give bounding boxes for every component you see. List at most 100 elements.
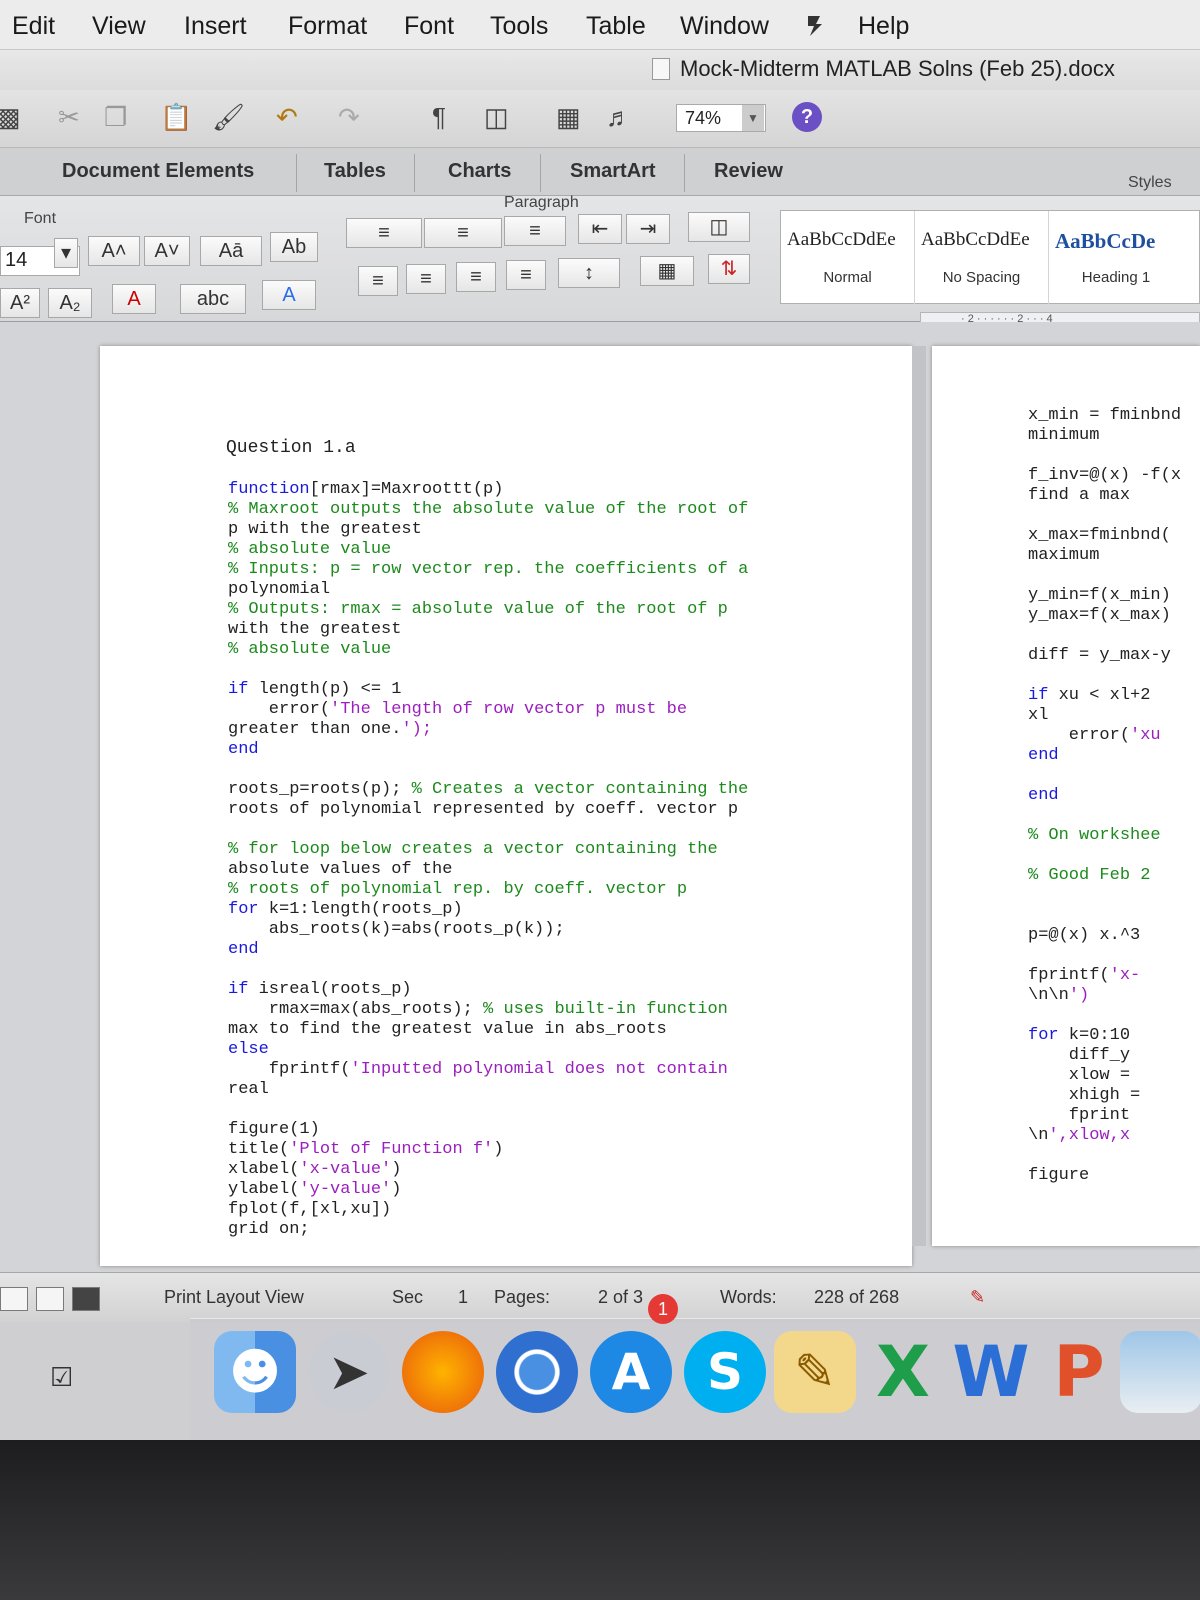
code-line: % for loop below creates a vector contai…	[228, 840, 718, 859]
skype-icon[interactable]: S	[684, 1331, 766, 1413]
draft-view-icon[interactable]	[0, 1287, 28, 1311]
word-icon[interactable]: W	[950, 1331, 1032, 1413]
code-line: fplot(f,[xl,xu])	[228, 1200, 392, 1219]
document-page-2[interactable]: x_min = fminbnd minimum f_inv=@(x) -f(x fi…	[932, 346, 1200, 1246]
firefox-icon[interactable]	[402, 1331, 484, 1413]
numbering-icon[interactable]: ≡	[424, 218, 502, 248]
zoom-dropdown-icon[interactable]: ▼	[742, 105, 764, 131]
font-color-icon[interactable]: A	[112, 284, 156, 314]
powerpoint-icon[interactable]: P	[1038, 1331, 1120, 1413]
tab-charts[interactable]: Charts	[444, 160, 515, 183]
pages-label: Pages:	[494, 1287, 551, 1307]
tab-divider	[684, 154, 685, 192]
outline-view-icon[interactable]	[36, 1287, 64, 1311]
font-size-dropdown-icon[interactable]: ▾	[54, 238, 78, 268]
chrome-icon[interactable]	[496, 1331, 578, 1413]
code-line: end	[228, 940, 259, 959]
vertical-scrollbar[interactable]	[912, 346, 926, 1246]
tab-document-elements[interactable]: Document Elements	[58, 160, 258, 183]
copy-icon[interactable]: ❐	[104, 102, 127, 133]
code-line-page-2: if xu < xl+2	[1028, 686, 1151, 705]
gallery-icon[interactable]: ▦	[556, 102, 581, 133]
pilcrow-icon[interactable]: ¶	[432, 102, 446, 133]
code-line: if isreal(roots_p)	[228, 980, 412, 999]
grow-font-icon[interactable]: A˄	[88, 236, 140, 266]
finder-icon[interactable]: ☻	[214, 1331, 296, 1413]
tab-smartart[interactable]: SmartArt	[566, 160, 660, 183]
bullets-icon[interactable]: ≡	[346, 218, 422, 248]
multilevel-list-icon[interactable]: ≡	[504, 216, 566, 246]
code-line: % Maxroot outputs the absolute value of …	[228, 500, 749, 519]
code-line-page-2: maximum	[1028, 546, 1100, 565]
code-line: function[rmax]=Maxroottt(p)	[228, 480, 504, 499]
align-right-icon[interactable]: ≡	[456, 262, 496, 292]
menu-insert[interactable]: Insert	[184, 12, 247, 41]
align-left-icon[interactable]: ≡	[358, 266, 398, 296]
checkbox-icon[interactable]: ☑	[50, 1362, 73, 1393]
code-line-page-2: xlow =	[1028, 1066, 1131, 1085]
cut-icon[interactable]: ✂	[58, 102, 80, 133]
code-line: grid on;	[228, 1220, 310, 1239]
sidebar-icon[interactable]: ◫	[484, 102, 509, 133]
decrease-indent-icon[interactable]: ⇤	[578, 214, 622, 244]
media-browser-icon[interactable]: ♬	[606, 102, 632, 133]
code-line-page-2: error('xu	[1028, 726, 1161, 745]
document-workspace: Question 1.a function[rmax]=Maxroottt(p)…	[0, 322, 1200, 1312]
code-line: p with the greatest	[228, 520, 422, 539]
full-screen-icon[interactable]	[72, 1287, 100, 1311]
app-store-icon[interactable]: A	[590, 1331, 672, 1413]
code-line-page-2	[1028, 626, 1181, 646]
borders-icon[interactable]: ▦	[640, 256, 694, 286]
format-painter-icon[interactable]: 🖌	[212, 102, 245, 133]
launchpad-icon[interactable]: ➤	[308, 1331, 390, 1413]
increase-indent-icon[interactable]: ⇥	[626, 214, 670, 244]
menu-font[interactable]: Font	[404, 12, 454, 41]
script-menu-icon[interactable]	[802, 12, 828, 38]
code-line: % absolute value	[228, 540, 392, 559]
menu-table[interactable]: Table	[586, 12, 646, 41]
print-icon[interactable]: ▩	[0, 102, 21, 133]
preview-icon[interactable]	[1120, 1331, 1200, 1413]
redo-icon[interactable]: ↷	[338, 102, 360, 133]
strikethrough-icon[interactable]: abc	[180, 284, 246, 314]
style-normal[interactable]: AaBbCcDdEe Normal	[781, 211, 915, 305]
paste-icon[interactable]: 📋	[160, 102, 192, 133]
menu-tools[interactable]: Tools	[490, 12, 548, 41]
menu-view[interactable]: View	[92, 12, 146, 41]
menu-edit[interactable]: Edit	[12, 12, 55, 41]
code-line-page-2: find a max	[1028, 486, 1131, 505]
line-spacing-icon[interactable]: ↕	[558, 258, 620, 288]
tab-tables[interactable]: Tables	[320, 160, 390, 183]
dock: ☻ ➤ A S ✎ X W P	[190, 1318, 1200, 1440]
proofing-icon[interactable]: ✎	[970, 1287, 985, 1308]
tab-review[interactable]: Review	[710, 160, 787, 183]
menu-help[interactable]: Help	[858, 12, 909, 41]
textedit-icon[interactable]: ✎	[774, 1331, 856, 1413]
menu-window[interactable]: Window	[680, 12, 769, 41]
code-line-page-2: y_min=f(x_min)	[1028, 586, 1171, 605]
align-center-icon[interactable]: ≡	[406, 264, 446, 294]
columns-icon[interactable]: ◫	[688, 212, 750, 242]
clear-formatting-icon[interactable]: Ab	[270, 232, 318, 262]
document-icon	[652, 58, 670, 80]
code-line: % roots of polynomial rep. by coeff. vec…	[228, 880, 688, 899]
tab-divider	[414, 154, 415, 192]
sort-icon[interactable]: ⇅	[708, 254, 750, 284]
undo-icon[interactable]: ↶	[276, 102, 298, 133]
excel-icon[interactable]: X	[862, 1331, 944, 1413]
style-heading-1[interactable]: AaBbCcDe Heading 1	[1049, 211, 1183, 305]
code-line-page-2	[1028, 806, 1181, 826]
text-effects-icon[interactable]: A	[262, 280, 316, 310]
code-line: xlabel('x-value')	[228, 1160, 402, 1179]
superscript-icon[interactable]: A²	[0, 288, 40, 318]
code-line-page-2	[1028, 446, 1181, 466]
style-no-spacing[interactable]: AaBbCcDdEe No Spacing	[915, 211, 1049, 305]
menu-format[interactable]: Format	[288, 12, 367, 41]
shrink-font-icon[interactable]: A˅	[144, 236, 190, 266]
help-button[interactable]: ?	[792, 102, 822, 132]
tab-divider	[296, 154, 297, 192]
change-case-icon[interactable]: Aā	[200, 236, 262, 266]
justify-icon[interactable]: ≡	[506, 260, 546, 290]
subscript-icon[interactable]: A₂	[48, 288, 92, 318]
document-page[interactable]: Question 1.a function[rmax]=Maxroottt(p)…	[100, 346, 912, 1266]
